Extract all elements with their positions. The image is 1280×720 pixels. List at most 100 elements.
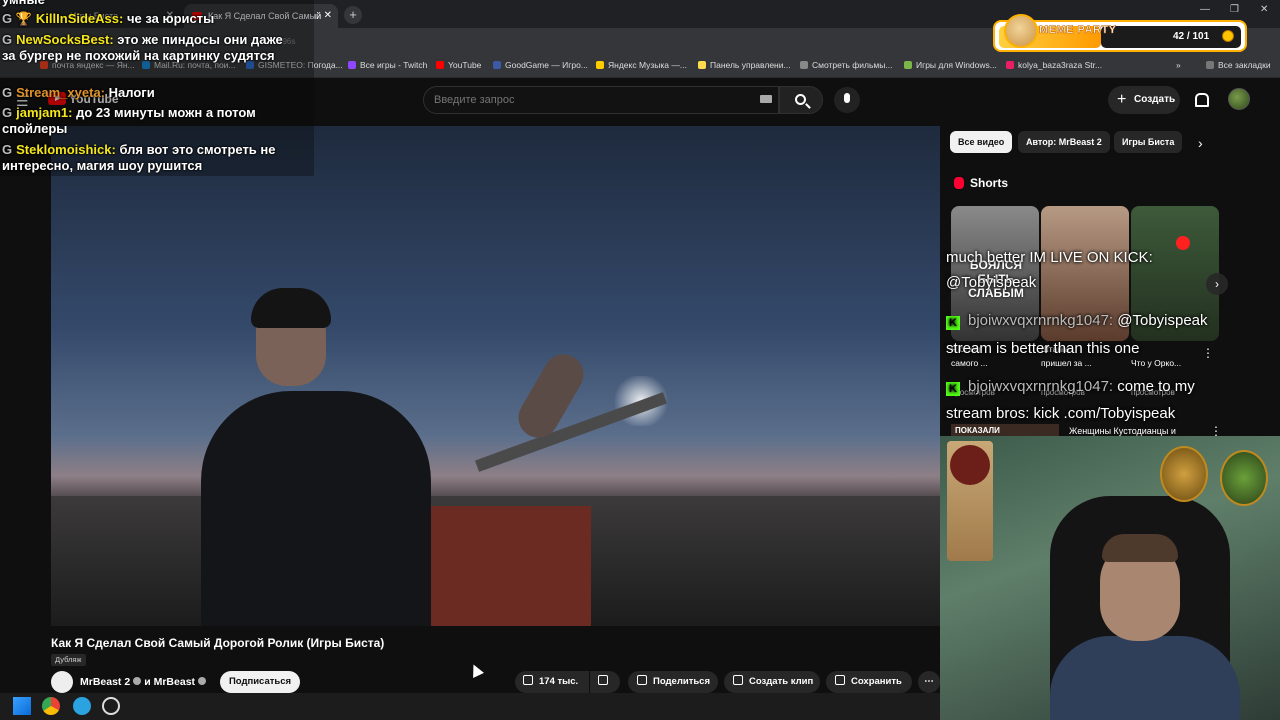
badge-icon: G	[2, 85, 13, 100]
chip-all[interactable]: Все видео	[950, 131, 1013, 153]
folder-icon	[1206, 61, 1214, 69]
verified-icon	[198, 677, 207, 685]
kick-chat-line: stream is better than this one	[946, 340, 1140, 357]
kick-chat-line: Kbjoiwxvqxrnrnkg1047: @Tobyispeak	[946, 312, 1208, 330]
subscribe-button[interactable]: Подписаться	[220, 671, 300, 693]
video-player[interactable]	[51, 126, 940, 626]
search-box	[423, 86, 779, 114]
badge-icon: G	[2, 32, 13, 47]
video-person	[201, 288, 591, 626]
chat-overlay: умные G 🏆KillInSideAss: че за юристы GNe…	[0, 0, 314, 176]
verified-icon	[133, 677, 142, 685]
kolya-icon	[1006, 61, 1014, 69]
orc-medal-icon	[1220, 450, 1268, 506]
thumbs-down-icon	[598, 675, 608, 685]
share-button[interactable]: Поделиться	[628, 671, 718, 693]
chevron-right-icon[interactable]: ›	[1198, 135, 1203, 151]
kick-chat-line: much better IM LIVE ON KICK:	[946, 249, 1153, 266]
bookmark-item[interactable]: kolya_baza3raza Str...	[1006, 60, 1102, 70]
chat-message: G Steklomoishick: бля вот это смотреть не…	[2, 142, 276, 173]
shorts-header: Shorts	[954, 176, 1008, 190]
chat-message: G NewSocksBest: это же пиндосы они даже з…	[2, 32, 283, 63]
kick-chat-line: @Tobyispeak	[946, 274, 1037, 291]
seal-icon	[950, 445, 990, 485]
webcam-overlay	[940, 436, 1280, 720]
keyboard-icon[interactable]	[760, 95, 772, 103]
meme-party-title: MEME PARTY	[1039, 24, 1117, 37]
short-title[interactable]: самого ...	[951, 358, 988, 369]
meme-progress-track	[1101, 26, 1241, 48]
more-button[interactable]: ⋯	[918, 671, 940, 693]
channel-names[interactable]: MrBeast 2и MrBeast	[80, 676, 209, 688]
bookmark-item[interactable]: Панель управлени...	[698, 60, 791, 70]
short-title[interactable]: пришел за ...	[1041, 358, 1092, 369]
bookmark-item[interactable]: Яндекс Музыка —...	[596, 60, 687, 70]
short-title[interactable]: Что у Орко...	[1131, 358, 1181, 369]
settings-icon[interactable]	[102, 697, 120, 715]
search-input[interactable]	[424, 87, 778, 113]
kick-icon: K	[946, 382, 960, 396]
close-window-icon[interactable]: ✕	[1260, 4, 1268, 15]
chat-message: G Stream_xyeta: Налоги	[2, 85, 155, 100]
like-button[interactable]: 174 тыс.	[515, 671, 589, 693]
search-button[interactable]	[779, 86, 823, 114]
medal-icon	[1160, 446, 1208, 502]
thumbs-up-icon	[523, 675, 533, 685]
next-arrow-button[interactable]: ›	[1206, 273, 1228, 295]
telegram-icon[interactable]	[73, 697, 91, 715]
search-icon	[795, 94, 806, 105]
clip-button[interactable]: Создать клип	[724, 671, 820, 693]
more-vert-icon[interactable]: ⋮	[1202, 346, 1214, 360]
badge-icon: G	[2, 105, 13, 120]
bookmark-item[interactable]: Все игры - Twitch	[348, 60, 427, 70]
channel-avatar[interactable]	[51, 671, 73, 693]
share-icon	[637, 675, 647, 685]
dislike-button[interactable]	[590, 671, 620, 693]
all-bookmarks[interactable]: Все закладки	[1206, 60, 1271, 70]
save-button[interactable]: Сохранить	[826, 671, 912, 693]
chat-message: Gjamjam1: до 23 минуты можн а потом спой…	[2, 105, 256, 136]
bookmark-item[interactable]: Игры для Windows...	[904, 60, 997, 70]
film-icon	[800, 61, 808, 69]
bookmark-item[interactable]: YouTube	[436, 60, 481, 70]
kick-chat-line: Kbjoiwxvqxrnrnkg1047: come to my	[946, 378, 1195, 396]
create-button[interactable]: + Создать	[1108, 86, 1180, 114]
chevron-right-icon[interactable]: »	[1176, 60, 1181, 70]
streamer-hair	[1102, 534, 1178, 562]
close-icon[interactable]: ✕	[324, 4, 332, 28]
video-title: Как Я Сделал Свой Самый Дорогой Ролик (И…	[51, 636, 385, 650]
bookmark-icon	[835, 675, 845, 685]
red-eye-icon	[1176, 236, 1190, 250]
maximize-icon[interactable]: ❐	[1230, 4, 1239, 15]
meme-party-count: 42 / 101	[1173, 31, 1210, 42]
mouse-cursor-icon	[468, 662, 484, 678]
kick-icon: K	[946, 316, 960, 330]
bookmark-item[interactable]: Смотреть фильмы...	[800, 60, 892, 70]
chrome-icon[interactable]	[42, 697, 60, 715]
badge-icon: G	[2, 142, 13, 157]
avatar[interactable]	[1228, 88, 1250, 110]
plus-icon: +	[1117, 91, 1127, 108]
chip-games[interactable]: Игры Биста	[1114, 131, 1183, 153]
video-lift	[431, 506, 591, 626]
streamer-body	[1050, 636, 1240, 720]
chat-fragment: умные	[2, 0, 45, 8]
notifications-icon[interactable]	[1193, 92, 1209, 107]
windows-start-icon[interactable]	[13, 697, 31, 715]
taskbar	[0, 693, 940, 720]
games-icon	[904, 61, 912, 69]
scissors-icon	[733, 675, 743, 685]
video-lift-arm	[474, 392, 668, 472]
shorts-icon	[954, 177, 964, 189]
bookmark-item[interactable]: GoodGame — Игро...	[493, 60, 588, 70]
panel-icon	[698, 61, 706, 69]
goodgame-icon	[493, 61, 501, 69]
chat-message: G 🏆 KillInSideAss: че за юристы	[2, 11, 215, 26]
chip-author[interactable]: Автор: MrBeast 2	[1018, 131, 1110, 153]
new-tab-button[interactable]: +	[344, 6, 362, 24]
minimize-icon[interactable]: —	[1200, 4, 1210, 15]
dub-badge: Дубляж	[51, 654, 86, 666]
trophy-icon: G 🏆	[2, 11, 32, 26]
voice-search-button[interactable]	[834, 87, 860, 113]
thumbnail-overlay-text: ПОКАЗАЛИ	[955, 426, 1000, 435]
